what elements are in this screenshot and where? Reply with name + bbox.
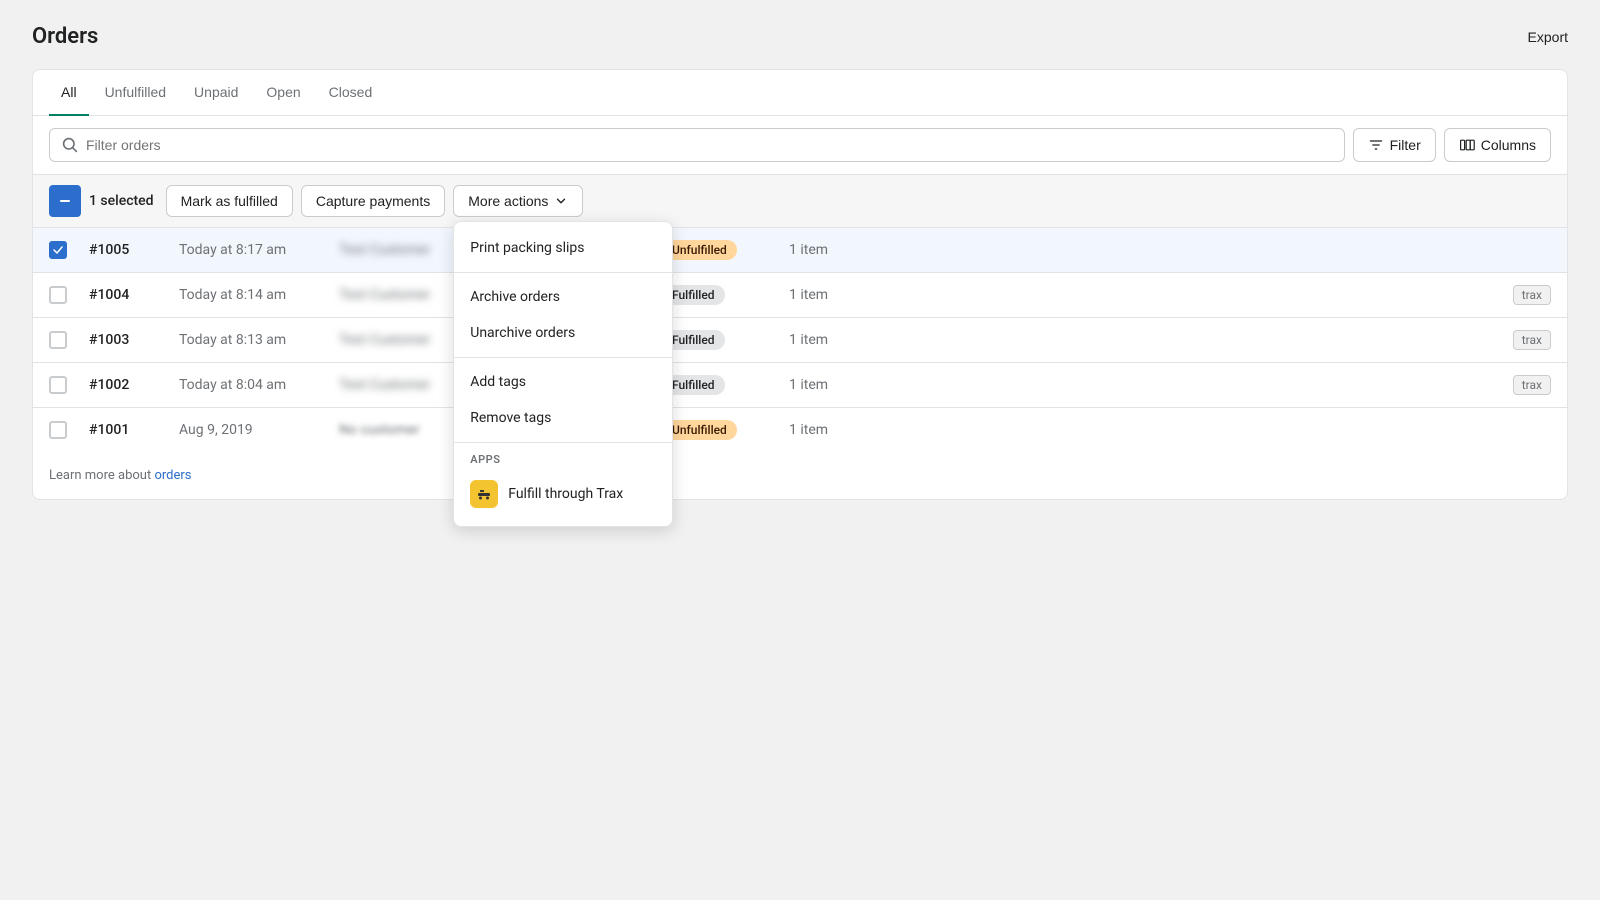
order-items-1001: 1 item (789, 422, 869, 438)
dropdown-item-add-tags[interactable]: Add tags (454, 364, 672, 400)
trax-icon (470, 480, 498, 508)
page-title: Orders (32, 24, 98, 49)
row-checkbox-1003[interactable] (49, 331, 89, 349)
checkbox-unchecked-icon (49, 421, 67, 439)
table-row: #1001 Aug 9, 2019 No customer Unfulfille… (33, 408, 1567, 452)
order-items-1004: 1 item (789, 287, 869, 303)
mark-fulfilled-button[interactable]: Mark as fulfilled (166, 185, 293, 217)
order-id-1005[interactable]: #1005 (89, 242, 179, 258)
more-actions-button[interactable]: More actions (453, 185, 583, 217)
checkbox-unchecked-icon (49, 286, 67, 304)
columns-label: Columns (1481, 137, 1536, 153)
more-actions-dropdown: Print packing slips Archive orders Unarc… (453, 221, 673, 527)
tab-all[interactable]: All (49, 70, 89, 116)
row-checkbox-1001[interactable] (49, 421, 89, 439)
tag-chip: trax (1513, 375, 1551, 395)
more-actions-wrapper: More actions Print packing slips Archive… (453, 185, 583, 217)
order-date-1004: Today at 8:14 am (179, 287, 339, 303)
select-all-checkbox[interactable] (49, 185, 81, 217)
dropdown-item-print-packing-slips[interactable]: Print packing slips (454, 230, 672, 266)
search-icon (62, 137, 78, 153)
order-date-1005: Today at 8:17 am (179, 242, 339, 258)
fulfillment-label: Fulfilled (672, 378, 715, 392)
search-row: Filter Columns (33, 116, 1567, 175)
order-tags-1003: trax (869, 330, 1551, 350)
checkbox-unchecked-icon (49, 376, 67, 394)
fulfillment-label: Fulfilled (672, 333, 715, 347)
checkbox-indeterminate-icon (59, 195, 71, 207)
row-checkbox-1002[interactable] (49, 376, 89, 394)
order-date-1001: Aug 9, 2019 (179, 422, 339, 438)
row-checkbox-1004[interactable] (49, 286, 89, 304)
fulfillment-label: Fulfilled (672, 288, 715, 302)
tab-closed[interactable]: Closed (317, 70, 385, 116)
table-row: #1003 Today at 8:13 am Test Customer nt … (33, 318, 1567, 363)
dropdown-item-unarchive-orders[interactable]: Unarchive orders (454, 315, 672, 351)
selected-count: 1 selected (89, 193, 154, 209)
chevron-down-icon (554, 194, 568, 208)
tabs-container: All Unfulfilled Unpaid Open Closed (33, 70, 1567, 116)
orders-table: #1005 Today at 8:17 am Test Customer nt … (33, 228, 1567, 452)
learn-more-text: Learn more about (49, 468, 151, 483)
fulfill-trax-label: Fulfill through Trax (508, 486, 623, 502)
order-tags-1002: trax (869, 375, 1551, 395)
order-date-1002: Today at 8:04 am (179, 377, 339, 393)
bottom-info: Learn more about orders (33, 452, 1567, 499)
search-box (49, 128, 1345, 162)
fulfillment-label: Unfulfilled (672, 423, 727, 437)
table-row: #1004 Today at 8:14 am Test Customer nt … (33, 273, 1567, 318)
tab-unfulfilled[interactable]: Unfulfilled (93, 70, 178, 116)
order-date-1003: Today at 8:13 am (179, 332, 339, 348)
more-actions-label: More actions (468, 193, 548, 209)
search-input[interactable] (86, 137, 1332, 153)
table-row: #1002 Today at 8:04 am Test Customer nt … (33, 363, 1567, 408)
order-id-1003[interactable]: #1003 (89, 332, 179, 348)
fulfillment-label: Unfulfilled (672, 243, 727, 257)
tag-chip: trax (1513, 330, 1551, 350)
export-button[interactable]: Export (1528, 29, 1568, 45)
dropdown-divider-3 (454, 442, 672, 443)
checkbox-checked-icon (49, 241, 67, 259)
checkbox-unchecked-icon (49, 331, 67, 349)
filter-button[interactable]: Filter (1353, 128, 1436, 162)
dropdown-item-fulfill-trax[interactable]: Fulfill through Trax (454, 470, 672, 518)
dropdown-apps-section-label: APPS (454, 449, 672, 470)
action-row: 1 selected Mark as fulfilled Capture pay… (33, 175, 1567, 228)
order-id-1001[interactable]: #1001 (89, 422, 179, 438)
order-items-1003: 1 item (789, 332, 869, 348)
orders-link[interactable]: orders (154, 468, 191, 483)
filter-icon (1368, 137, 1384, 153)
dropdown-item-remove-tags[interactable]: Remove tags (454, 400, 672, 436)
order-items-1005: 1 item (789, 242, 869, 258)
dropdown-divider-1 (454, 272, 672, 273)
columns-icon (1459, 137, 1475, 153)
tab-open[interactable]: Open (254, 70, 312, 116)
dropdown-item-archive-orders[interactable]: Archive orders (454, 279, 672, 315)
order-tags-1004: trax (869, 285, 1551, 305)
order-id-1002[interactable]: #1002 (89, 377, 179, 393)
filter-label: Filter (1390, 137, 1421, 153)
columns-button[interactable]: Columns (1444, 128, 1551, 162)
order-items-1002: 1 item (789, 377, 869, 393)
tab-unpaid[interactable]: Unpaid (182, 70, 250, 116)
table-row: #1005 Today at 8:17 am Test Customer nt … (33, 228, 1567, 273)
tag-chip: trax (1513, 285, 1551, 305)
order-id-1004[interactable]: #1004 (89, 287, 179, 303)
row-checkbox-1005[interactable] (49, 241, 89, 259)
capture-payments-button[interactable]: Capture payments (301, 185, 445, 217)
dropdown-divider-2 (454, 357, 672, 358)
